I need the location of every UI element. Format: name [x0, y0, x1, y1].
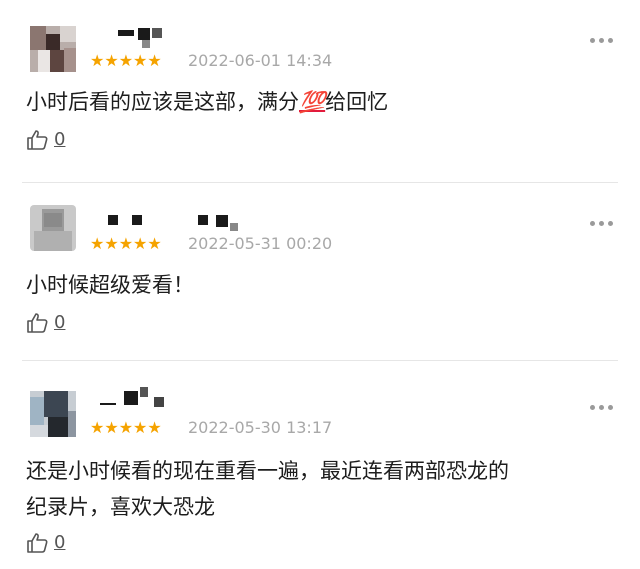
more-dots-icon[interactable] — [590, 38, 614, 44]
thumbs-up-icon — [27, 533, 48, 553]
avatar[interactable] — [30, 205, 76, 251]
more-dots-icon[interactable] — [590, 405, 614, 411]
like-count: 0 — [54, 129, 66, 150]
username[interactable] — [108, 211, 238, 233]
review-item: ★★★★★ 2022-05-30 13:17 还是小时候看的现在重看一遍，最近连… — [0, 361, 640, 569]
like-count: 0 — [54, 532, 66, 553]
review-content: 还是小时候看的现在重看一遍，最近连看两部恐龙的 纪录片，喜欢大恐龙 — [26, 459, 509, 519]
review-item: ★★★★★ 2022-06-01 14:34 小时后看的应该是这部，满分💯给回忆… — [0, 0, 640, 185]
review-content: 小时候超级爱看！ — [26, 273, 194, 297]
like-button[interactable]: 0 — [26, 128, 74, 152]
thumbs-up-icon — [27, 313, 48, 333]
review-time: 2022-05-30 13:17 — [188, 418, 333, 437]
review-time: 2022-06-01 14:34 — [188, 51, 333, 70]
rating-stars: ★★★★★ — [90, 51, 162, 70]
avatar[interactable] — [30, 26, 76, 72]
like-count: 0 — [54, 312, 66, 333]
review-item: ★★★★★ 2022-05-31 00:20 小时候超级爱看！ 0 — [0, 183, 640, 360]
review-time: 2022-05-31 00:20 — [188, 234, 333, 253]
hundred-points-icon: 💯 — [299, 90, 326, 114]
review-content: 小时后看的应该是这部，满分💯给回忆 — [26, 90, 389, 114]
thumbs-up-icon — [27, 130, 48, 150]
more-dots-icon[interactable] — [590, 221, 614, 227]
like-button[interactable]: 0 — [26, 311, 74, 335]
username[interactable] — [118, 26, 168, 48]
username[interactable] — [100, 385, 170, 407]
rating-stars: ★★★★★ — [90, 234, 162, 253]
like-button[interactable]: 0 — [26, 531, 74, 555]
avatar[interactable] — [30, 391, 76, 437]
rating-stars: ★★★★★ — [90, 418, 162, 437]
